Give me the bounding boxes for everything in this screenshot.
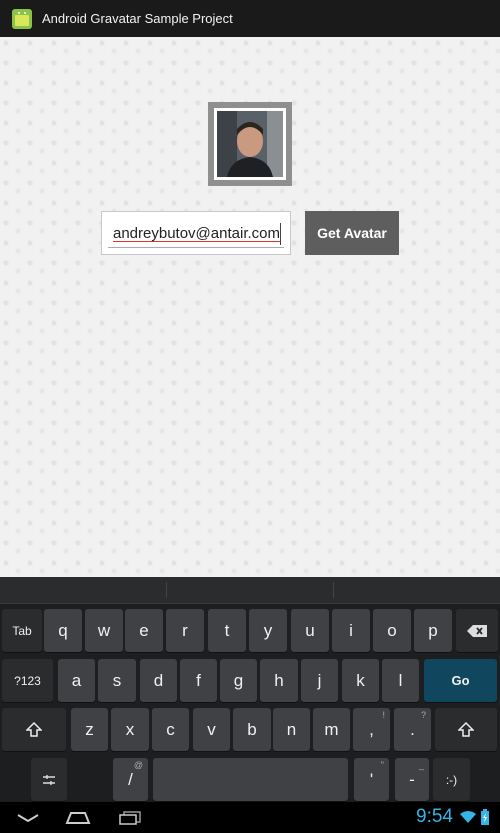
key-tab[interactable]: Tab [2, 609, 42, 652]
key-f[interactable]: f [180, 659, 217, 702]
key-w[interactable]: w [85, 609, 123, 652]
key-t[interactable]: t [208, 609, 246, 652]
key-g[interactable]: g [220, 659, 257, 702]
shift-icon [458, 721, 474, 737]
back-icon [17, 814, 39, 823]
wifi-icon [460, 811, 476, 823]
app-title: Android Gravatar Sample Project [42, 11, 233, 26]
shift-icon [26, 721, 42, 737]
key-q[interactable]: q [44, 609, 82, 652]
recent-apps-icon [119, 811, 141, 825]
key-symbols[interactable]: ?123 [2, 659, 53, 702]
key-period-label: . [410, 719, 415, 739]
key-d[interactable]: d [140, 659, 177, 702]
key-r[interactable]: r [166, 609, 204, 652]
key-u[interactable]: u [291, 609, 329, 652]
settings-icon [43, 774, 55, 785]
key-h[interactable]: h [260, 659, 298, 702]
key-apostrophe-hint: " [380, 760, 384, 770]
key-period-hint: ? [420, 710, 426, 720]
key-shift-right[interactable] [435, 708, 497, 751]
key-shift-left[interactable] [2, 708, 66, 751]
key-comma-hint: ! [382, 710, 385, 720]
key-m[interactable]: m [313, 708, 350, 751]
key-slash[interactable]: / @ [113, 758, 148, 801]
main-content: andreybutov@antair.com Get Avatar [0, 37, 500, 577]
suggestion-strip [0, 577, 500, 604]
key-dash-hint: _ [418, 760, 424, 770]
get-avatar-button[interactable]: Get Avatar [305, 211, 399, 255]
key-smiley[interactable]: :-) [433, 758, 470, 801]
key-slash-hint: @ [133, 760, 143, 770]
avatar-photo [217, 111, 283, 177]
key-o[interactable]: o [373, 609, 411, 652]
key-i[interactable]: i [332, 609, 370, 652]
key-go[interactable]: Go [424, 659, 497, 702]
email-field[interactable]: andreybutov@antair.com [101, 211, 291, 255]
text-cursor [280, 223, 281, 245]
key-a[interactable]: a [58, 659, 95, 702]
key-backspace[interactable] [456, 609, 498, 652]
key-slash-label: / [128, 769, 133, 789]
key-space[interactable] [153, 758, 348, 801]
key-s[interactable]: s [98, 659, 136, 702]
status-clock: 9:54 [416, 806, 453, 827]
key-k[interactable]: k [342, 659, 379, 702]
key-c[interactable]: c [152, 708, 189, 751]
home-button[interactable] [64, 809, 92, 827]
key-b[interactable]: b [233, 708, 271, 751]
key-v[interactable]: v [193, 708, 230, 751]
key-dash-label: - [409, 769, 415, 789]
backspace-icon [467, 624, 487, 637]
action-bar: Android Gravatar Sample Project [0, 0, 500, 37]
key-comma-label: , [369, 719, 374, 739]
system-bar: 9:54 [0, 802, 500, 833]
key-period[interactable]: . ? [394, 708, 431, 751]
avatar [208, 102, 292, 186]
key-z[interactable]: z [71, 708, 108, 751]
key-l[interactable]: l [382, 659, 419, 702]
key-n[interactable]: n [273, 708, 310, 751]
key-y[interactable]: y [249, 609, 287, 652]
key-comma[interactable]: , ! [353, 708, 390, 751]
key-apostrophe[interactable]: ' " [354, 758, 389, 801]
back-button[interactable] [14, 809, 42, 827]
recent-apps-button[interactable] [116, 809, 144, 827]
key-x[interactable]: x [111, 708, 149, 751]
email-field-value: andreybutov@antair.com [113, 225, 280, 242]
home-icon [65, 812, 91, 824]
android-app-icon [12, 8, 32, 29]
key-j[interactable]: j [301, 659, 338, 702]
soft-keyboard: Tab q w e r t y u i o p ?123 a s d f g h… [0, 577, 500, 802]
key-apostrophe-label: ' [369, 769, 374, 789]
key-dash[interactable]: - _ [395, 758, 429, 801]
key-settings[interactable] [31, 758, 67, 801]
key-p[interactable]: p [414, 609, 452, 652]
battery-icon [481, 809, 489, 825]
key-e[interactable]: e [125, 609, 163, 652]
